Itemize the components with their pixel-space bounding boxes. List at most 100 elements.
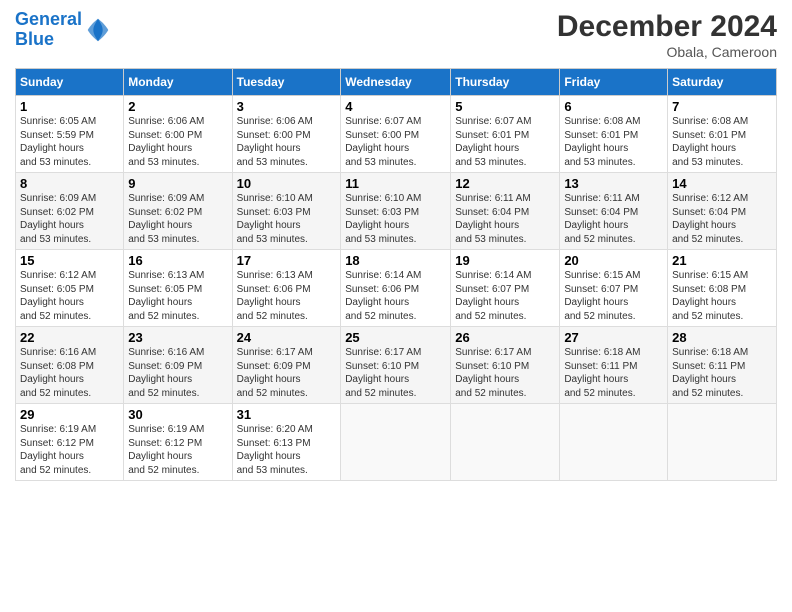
day-info: Sunrise: 6:09 AM Sunset: 6:02 PM Dayligh… xyxy=(20,192,119,246)
day-info: Sunrise: 6:06 AM Sunset: 6:00 PM Dayligh… xyxy=(128,115,227,169)
logo-blue: Blue xyxy=(15,29,54,49)
day-number: 17 xyxy=(237,253,337,268)
table-row: 12 Sunrise: 6:11 AM Sunset: 6:04 PM Dayl… xyxy=(451,173,560,250)
table-row: 24 Sunrise: 6:17 AM Sunset: 6:09 PM Dayl… xyxy=(232,327,341,404)
day-info: Sunrise: 6:14 AM Sunset: 6:06 PM Dayligh… xyxy=(345,269,446,323)
table-row: 5 Sunrise: 6:07 AM Sunset: 6:01 PM Dayli… xyxy=(451,96,560,173)
day-info: Sunrise: 6:08 AM Sunset: 6:01 PM Dayligh… xyxy=(672,115,772,169)
logo-general: General xyxy=(15,9,82,29)
day-info: Sunrise: 6:16 AM Sunset: 6:08 PM Dayligh… xyxy=(20,346,119,400)
table-row: 11 Sunrise: 6:10 AM Sunset: 6:03 PM Dayl… xyxy=(341,173,451,250)
day-number: 3 xyxy=(237,99,337,114)
day-info: Sunrise: 6:17 AM Sunset: 6:09 PM Dayligh… xyxy=(237,346,337,400)
day-info: Sunrise: 6:17 AM Sunset: 6:10 PM Dayligh… xyxy=(455,346,555,400)
day-number: 5 xyxy=(455,99,555,114)
day-info: Sunrise: 6:11 AM Sunset: 6:04 PM Dayligh… xyxy=(564,192,663,246)
main-title: December 2024 xyxy=(557,10,777,44)
day-info: Sunrise: 6:19 AM Sunset: 6:12 PM Dayligh… xyxy=(20,423,119,477)
day-info: Sunrise: 6:18 AM Sunset: 6:11 PM Dayligh… xyxy=(672,346,772,400)
day-number: 19 xyxy=(455,253,555,268)
day-number: 29 xyxy=(20,407,119,422)
day-info: Sunrise: 6:09 AM Sunset: 6:02 PM Dayligh… xyxy=(128,192,227,246)
day-number: 20 xyxy=(564,253,663,268)
table-row: 19 Sunrise: 6:14 AM Sunset: 6:07 PM Dayl… xyxy=(451,250,560,327)
day-number: 8 xyxy=(20,176,119,191)
table-row: 21 Sunrise: 6:15 AM Sunset: 6:08 PM Dayl… xyxy=(668,250,777,327)
day-number: 26 xyxy=(455,330,555,345)
day-number: 21 xyxy=(672,253,772,268)
table-row: 17 Sunrise: 6:13 AM Sunset: 6:06 PM Dayl… xyxy=(232,250,341,327)
table-row: 16 Sunrise: 6:13 AM Sunset: 6:05 PM Dayl… xyxy=(124,250,232,327)
page: General Blue December 2024 Obala, Camero… xyxy=(0,0,792,491)
table-row: 28 Sunrise: 6:18 AM Sunset: 6:11 PM Dayl… xyxy=(668,327,777,404)
day-number: 9 xyxy=(128,176,227,191)
day-info: Sunrise: 6:15 AM Sunset: 6:07 PM Dayligh… xyxy=(564,269,663,323)
logo-icon xyxy=(84,16,112,44)
calendar-week-4: 22 Sunrise: 6:16 AM Sunset: 6:08 PM Dayl… xyxy=(16,327,777,404)
title-block: December 2024 Obala, Cameroon xyxy=(557,10,777,60)
table-row: 9 Sunrise: 6:09 AM Sunset: 6:02 PM Dayli… xyxy=(124,173,232,250)
day-info: Sunrise: 6:05 AM Sunset: 5:59 PM Dayligh… xyxy=(20,115,119,169)
day-info: Sunrise: 6:06 AM Sunset: 6:00 PM Dayligh… xyxy=(237,115,337,169)
day-info: Sunrise: 6:10 AM Sunset: 6:03 PM Dayligh… xyxy=(345,192,446,246)
table-row: 7 Sunrise: 6:08 AM Sunset: 6:01 PM Dayli… xyxy=(668,96,777,173)
table-row: 8 Sunrise: 6:09 AM Sunset: 6:02 PM Dayli… xyxy=(16,173,124,250)
day-number: 23 xyxy=(128,330,227,345)
day-info: Sunrise: 6:19 AM Sunset: 6:12 PM Dayligh… xyxy=(128,423,227,477)
calendar-week-2: 8 Sunrise: 6:09 AM Sunset: 6:02 PM Dayli… xyxy=(16,173,777,250)
table-row xyxy=(341,404,451,481)
day-number: 12 xyxy=(455,176,555,191)
day-number: 4 xyxy=(345,99,446,114)
day-info: Sunrise: 6:15 AM Sunset: 6:08 PM Dayligh… xyxy=(672,269,772,323)
day-number: 10 xyxy=(237,176,337,191)
logo-text: General Blue xyxy=(15,10,82,50)
day-info: Sunrise: 6:17 AM Sunset: 6:10 PM Dayligh… xyxy=(345,346,446,400)
day-info: Sunrise: 6:10 AM Sunset: 6:03 PM Dayligh… xyxy=(237,192,337,246)
day-number: 2 xyxy=(128,99,227,114)
table-row xyxy=(668,404,777,481)
col-saturday: Saturday xyxy=(668,69,777,96)
day-number: 30 xyxy=(128,407,227,422)
day-number: 18 xyxy=(345,253,446,268)
table-row: 26 Sunrise: 6:17 AM Sunset: 6:10 PM Dayl… xyxy=(451,327,560,404)
day-info: Sunrise: 6:12 AM Sunset: 6:04 PM Dayligh… xyxy=(672,192,772,246)
table-row: 6 Sunrise: 6:08 AM Sunset: 6:01 PM Dayli… xyxy=(560,96,668,173)
day-info: Sunrise: 6:07 AM Sunset: 6:01 PM Dayligh… xyxy=(455,115,555,169)
day-number: 14 xyxy=(672,176,772,191)
table-row: 29 Sunrise: 6:19 AM Sunset: 6:12 PM Dayl… xyxy=(16,404,124,481)
table-row: 14 Sunrise: 6:12 AM Sunset: 6:04 PM Dayl… xyxy=(668,173,777,250)
day-info: Sunrise: 6:14 AM Sunset: 6:07 PM Dayligh… xyxy=(455,269,555,323)
day-info: Sunrise: 6:13 AM Sunset: 6:06 PM Dayligh… xyxy=(237,269,337,323)
calendar-week-3: 15 Sunrise: 6:12 AM Sunset: 6:05 PM Dayl… xyxy=(16,250,777,327)
table-row: 15 Sunrise: 6:12 AM Sunset: 6:05 PM Dayl… xyxy=(16,250,124,327)
table-row: 18 Sunrise: 6:14 AM Sunset: 6:06 PM Dayl… xyxy=(341,250,451,327)
table-row: 23 Sunrise: 6:16 AM Sunset: 6:09 PM Dayl… xyxy=(124,327,232,404)
col-friday: Friday xyxy=(560,69,668,96)
header: General Blue December 2024 Obala, Camero… xyxy=(15,10,777,60)
col-thursday: Thursday xyxy=(451,69,560,96)
day-info: Sunrise: 6:12 AM Sunset: 6:05 PM Dayligh… xyxy=(20,269,119,323)
day-info: Sunrise: 6:08 AM Sunset: 6:01 PM Dayligh… xyxy=(564,115,663,169)
table-row: 22 Sunrise: 6:16 AM Sunset: 6:08 PM Dayl… xyxy=(16,327,124,404)
day-number: 31 xyxy=(237,407,337,422)
table-row: 25 Sunrise: 6:17 AM Sunset: 6:10 PM Dayl… xyxy=(341,327,451,404)
day-number: 7 xyxy=(672,99,772,114)
calendar-table: Sunday Monday Tuesday Wednesday Thursday… xyxy=(15,68,777,481)
table-row xyxy=(451,404,560,481)
day-info: Sunrise: 6:13 AM Sunset: 6:05 PM Dayligh… xyxy=(128,269,227,323)
day-number: 24 xyxy=(237,330,337,345)
col-sunday: Sunday xyxy=(16,69,124,96)
col-tuesday: Tuesday xyxy=(232,69,341,96)
table-row xyxy=(560,404,668,481)
day-info: Sunrise: 6:07 AM Sunset: 6:00 PM Dayligh… xyxy=(345,115,446,169)
day-info: Sunrise: 6:18 AM Sunset: 6:11 PM Dayligh… xyxy=(564,346,663,400)
col-wednesday: Wednesday xyxy=(341,69,451,96)
table-row: 4 Sunrise: 6:07 AM Sunset: 6:00 PM Dayli… xyxy=(341,96,451,173)
day-number: 25 xyxy=(345,330,446,345)
subtitle: Obala, Cameroon xyxy=(557,44,777,60)
day-info: Sunrise: 6:16 AM Sunset: 6:09 PM Dayligh… xyxy=(128,346,227,400)
col-monday: Monday xyxy=(124,69,232,96)
table-row: 3 Sunrise: 6:06 AM Sunset: 6:00 PM Dayli… xyxy=(232,96,341,173)
table-row: 20 Sunrise: 6:15 AM Sunset: 6:07 PM Dayl… xyxy=(560,250,668,327)
calendar-week-5: 29 Sunrise: 6:19 AM Sunset: 6:12 PM Dayl… xyxy=(16,404,777,481)
